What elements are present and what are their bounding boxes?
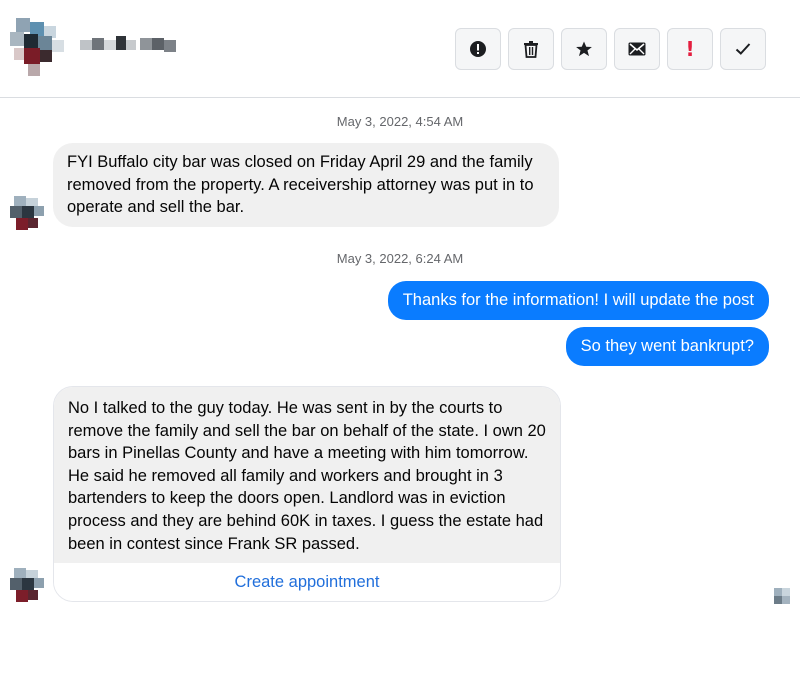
- incoming-message[interactable]: FYI Buffalo city bar was closed on Frida…: [53, 143, 559, 227]
- trash-icon: [524, 41, 538, 58]
- report-button[interactable]: [455, 28, 501, 70]
- checkmark-icon: [735, 43, 751, 55]
- mark-unread-button[interactable]: [614, 28, 660, 70]
- star-button[interactable]: [561, 28, 607, 70]
- seen-avatar: [772, 586, 794, 604]
- outgoing-message[interactable]: Thanks for the information! I will updat…: [387, 281, 769, 320]
- envelope-icon: [628, 42, 646, 56]
- sender-avatar[interactable]: [6, 566, 46, 606]
- contact-name-redacted: [80, 36, 180, 54]
- incoming-message[interactable]: No I talked to the guy today. He was sen…: [54, 387, 560, 564]
- exclamation-icon: !: [685, 37, 695, 61]
- star-icon: [576, 41, 592, 57]
- contact-avatar[interactable]: [6, 14, 70, 78]
- delete-button[interactable]: [508, 28, 554, 70]
- message-timestamp: May 3, 2022, 4:54 AM: [336, 114, 464, 129]
- outgoing-message[interactable]: So they went bankrupt?: [565, 327, 769, 366]
- message-text: bartenders to keep the doors open. Landl…: [68, 489, 544, 553]
- conversation-header: !: [0, 0, 800, 98]
- sender-avatar[interactable]: [6, 194, 46, 234]
- message-timestamp: May 3, 2022, 6:24 AM: [336, 251, 464, 266]
- done-button[interactable]: [720, 28, 766, 70]
- alert-circle-icon: [470, 41, 486, 57]
- create-appointment-button[interactable]: Create appointment: [54, 563, 560, 602]
- spam-button[interactable]: !: [667, 28, 713, 70]
- date-link[interactable]: tomorrow: [456, 444, 524, 462]
- detected-link[interactable]: in 3: [476, 467, 503, 485]
- conversation-actions: !: [455, 28, 766, 70]
- incoming-message-card[interactable]: No I talked to the guy today. He was sen…: [53, 386, 561, 603]
